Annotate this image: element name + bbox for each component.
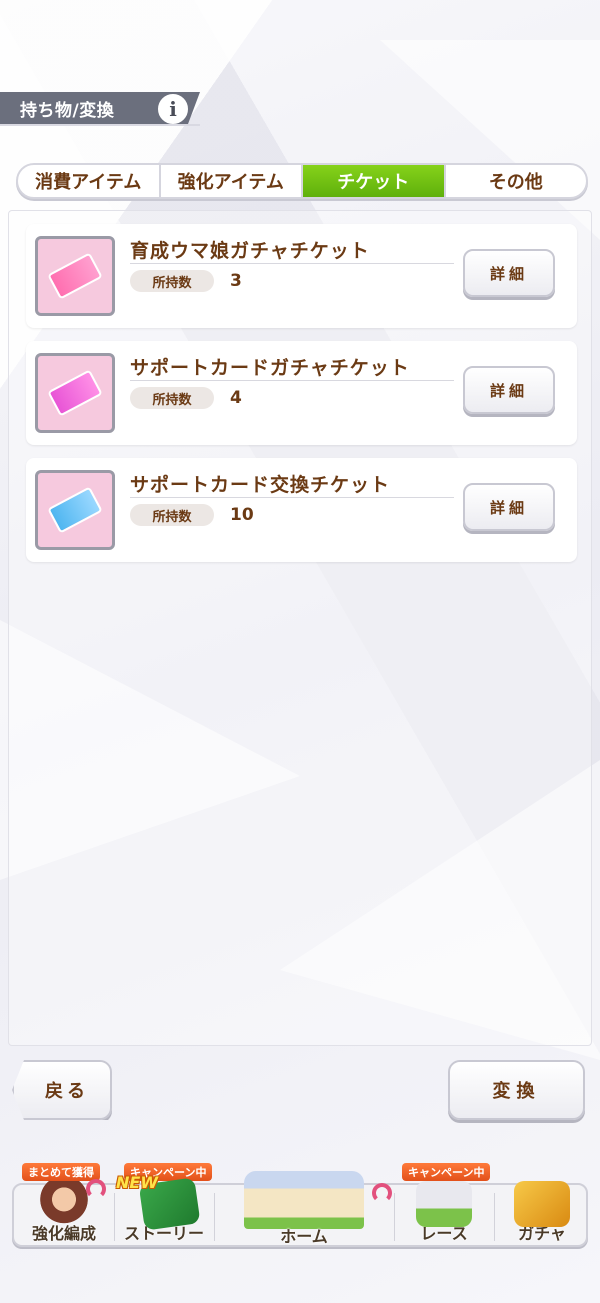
- nav-race[interactable]: キャンペーン中 レース: [394, 1163, 494, 1247]
- tab-tickets[interactable]: チケット: [303, 165, 446, 197]
- horseshoe-icon: [372, 1183, 392, 1203]
- page-title: 持ち物/変換: [20, 100, 115, 121]
- home-label-wrap: ホーム: [214, 1223, 394, 1247]
- horseshoe-icon: [86, 1179, 106, 1199]
- bottom-nav: まとめて獲得 強化編成 キャンペーン中 NEW ストーリー ホーム キャンペーン…: [12, 1163, 590, 1247]
- detail-button[interactable]: 詳細: [463, 483, 555, 531]
- character-avatar-icon: [36, 1181, 92, 1227]
- tab-enhancement[interactable]: 強化アイテム: [161, 165, 303, 197]
- pink-ticket-icon: [35, 236, 115, 316]
- nav-home[interactable]: ホーム: [214, 1171, 394, 1249]
- info-icon[interactable]: i: [158, 94, 188, 124]
- quantity-value: 4: [230, 388, 242, 408]
- header-divider: [0, 124, 200, 126]
- tab-consumables[interactable]: 消費アイテム: [18, 165, 161, 197]
- gacha-icon: [514, 1181, 570, 1227]
- detail-button[interactable]: 詳細: [463, 366, 555, 414]
- item-name: 育成ウマ娘ガチャチケット: [130, 240, 370, 262]
- item-name: サポートカードガチャチケット: [130, 357, 410, 379]
- list-item: サポートカード交換チケット 所持数 10 詳細: [26, 458, 577, 562]
- quantity-label: 所持数: [130, 387, 214, 409]
- detail-button[interactable]: 詳細: [463, 249, 555, 297]
- ticket-shape: [47, 369, 103, 417]
- item-name: サポートカード交換チケット: [130, 474, 391, 496]
- item-divider: [130, 497, 454, 498]
- quantity-value: 3: [230, 271, 242, 291]
- ticket-shape: [47, 486, 103, 534]
- race-gate-icon: [416, 1181, 472, 1227]
- nav-label: ホーム: [280, 1227, 328, 1246]
- nav-enhance[interactable]: まとめて獲得 強化編成: [14, 1163, 114, 1247]
- exchange-button[interactable]: 変換: [448, 1060, 585, 1120]
- tab-others[interactable]: その他: [446, 165, 587, 197]
- quantity-label: 所持数: [130, 270, 214, 292]
- pink-ticket-icon: [35, 353, 115, 433]
- quantity-value: 10: [230, 505, 254, 525]
- list-item: サポートカードガチャチケット 所持数 4 詳細: [26, 341, 577, 445]
- school-building-icon: [244, 1171, 364, 1229]
- quantity-label: 所持数: [130, 504, 214, 526]
- ticket-shape: [47, 252, 103, 300]
- item-list-panel: [8, 210, 592, 1046]
- nav-story[interactable]: キャンペーン中 NEW ストーリー: [114, 1163, 214, 1247]
- list-item: 育成ウマ娘ガチャチケット 所持数 3 詳細: [26, 224, 577, 328]
- nav-badge: まとめて獲得: [22, 1163, 100, 1181]
- blue-ticket-icon: [35, 470, 115, 550]
- category-tabs: 消費アイテム 強化アイテム チケット その他: [16, 163, 588, 199]
- nav-gacha[interactable]: ガチャ: [494, 1181, 590, 1247]
- new-tag: NEW: [116, 1173, 158, 1192]
- nav-badge: キャンペーン中: [402, 1163, 491, 1181]
- back-button[interactable]: 戻る: [12, 1060, 112, 1120]
- item-divider: [130, 380, 454, 381]
- item-divider: [130, 263, 454, 264]
